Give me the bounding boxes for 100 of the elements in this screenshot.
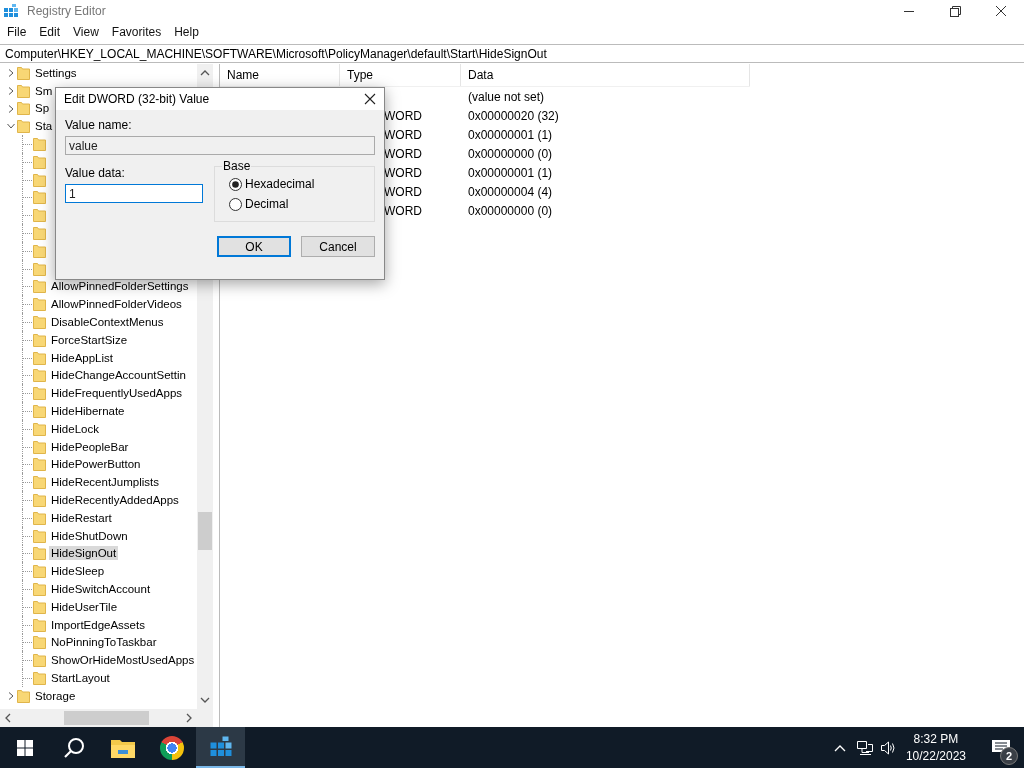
folder-icon (33, 439, 46, 454)
folder-icon (33, 599, 46, 614)
folder-icon (33, 350, 46, 365)
tree-item[interactable]: AllowPinnedFolderVideos (49, 297, 184, 312)
menu-item[interactable]: File (2, 25, 35, 39)
clock-date[interactable]: 10/22/2023 (905, 747, 966, 765)
tree-item[interactable]: ShowOrHideMostUsedApps (49, 653, 197, 668)
table-cell: 0x00000004 (4) (468, 184, 553, 199)
registry-app-icon (3, 3, 19, 19)
tree-item[interactable]: HideRecentJumplists (49, 475, 161, 490)
tree-item[interactable]: HideChangeAccountSettin (49, 368, 188, 383)
column-header[interactable]: Data (461, 64, 750, 86)
chevron-right-icon[interactable] (7, 691, 15, 700)
browser-icon (159, 735, 184, 760)
volume-icon[interactable] (879, 739, 896, 756)
folder-icon (33, 332, 46, 347)
field-label: Value name: (65, 118, 133, 132)
tree-item[interactable]: HideAppList (49, 350, 115, 365)
column-header[interactable]: Type (340, 64, 461, 86)
tree-item[interactable]: AllowPinnedFolderSettings (49, 279, 191, 294)
menu-item[interactable]: Help (169, 25, 207, 39)
folder-icon (33, 617, 46, 632)
chevron-up-icon[interactable] (833, 743, 846, 752)
tree-item[interactable]: HideFrequentlyUsedApps (49, 386, 185, 401)
folder-icon (33, 386, 46, 401)
tree-item[interactable]: ForceStartSize (49, 332, 130, 347)
chevron-right-icon[interactable] (7, 68, 15, 77)
tree-item[interactable]: StartLayout (49, 671, 112, 685)
table-cell: WORD (384, 203, 422, 218)
registry-app-icon (208, 734, 233, 759)
close-icon[interactable] (364, 93, 376, 105)
folder-icon (33, 564, 46, 579)
scrollbar-thumb[interactable] (198, 512, 212, 550)
clock-time[interactable]: 8:32 PM (913, 730, 959, 748)
tree-item[interactable]: HideSwitchAccount (49, 582, 153, 596)
tree-item[interactable]: Sta (33, 119, 55, 134)
notification-count: 2 (1000, 747, 1018, 765)
tree-item[interactable]: Settings (33, 65, 79, 80)
value-data-field[interactable]: 1 (65, 184, 203, 203)
tree-item[interactable]: HideSleep (49, 564, 107, 579)
menu-item[interactable]: View (68, 25, 107, 39)
tree-item[interactable]: HideHibernate (49, 404, 127, 419)
folder-icon (17, 83, 30, 98)
folder-icon (33, 154, 46, 169)
folder-icon (33, 671, 46, 685)
chevron-right-icon[interactable] (7, 86, 15, 95)
folder-icon (33, 190, 46, 205)
network-icon[interactable] (855, 739, 874, 756)
folder-icon (33, 404, 46, 419)
table-cell: 0x00000000 (0) (468, 146, 553, 161)
tree-item[interactable]: Storage (33, 688, 78, 703)
folder-icon (33, 368, 46, 383)
folder-icon (110, 737, 135, 758)
dialog-button[interactable]: OK (217, 236, 291, 257)
folder-icon (33, 546, 46, 561)
value-name-field[interactable]: value (65, 136, 375, 155)
scrollbar-thumb[interactable] (64, 711, 149, 725)
folder-icon (17, 65, 30, 80)
folder-icon (33, 475, 46, 490)
column-header[interactable]: Name (220, 64, 340, 86)
dialog-button[interactable]: Cancel (301, 236, 375, 257)
radio-label[interactable]: Decimal (245, 197, 289, 211)
radio-label[interactable]: Hexadecimal (245, 177, 315, 191)
folder-icon (33, 208, 46, 223)
tree-item[interactable]: NoPinningToTaskbar (49, 635, 159, 650)
menu-item[interactable]: Edit (34, 25, 69, 39)
table-cell: 0x00000020 (32) (468, 108, 559, 123)
folder-icon (33, 261, 46, 276)
table-cell: (value not set) (468, 89, 545, 104)
folder-icon (33, 421, 46, 436)
folder-icon (33, 510, 46, 525)
tree-item[interactable]: DisableContextMenus (49, 315, 166, 330)
tree-item[interactable]: HideShutDown (49, 528, 130, 543)
radio-button[interactable] (229, 197, 242, 211)
tree-item[interactable]: Sm (33, 83, 55, 98)
chevron-right-icon[interactable] (7, 104, 15, 113)
tree-item[interactable]: Sp (33, 101, 52, 116)
table-cell: WORD (384, 146, 422, 161)
tree-item[interactable]: HideSignOut (49, 546, 119, 561)
tree-item[interactable]: HideUserTile (49, 599, 120, 614)
group-label: Base (222, 159, 252, 173)
windows-logo-icon (16, 739, 33, 756)
menu-item[interactable]: Favorites (106, 25, 170, 39)
chevron-down-icon[interactable] (7, 122, 15, 131)
notifications-button[interactable]: 2 (978, 727, 1024, 768)
address-bar[interactable]: Computer\HKEY_LOCAL_MACHINE\SOFTWARE\Microsoft\PolicyManager\default\Start\HideSignOut (0, 44, 1024, 63)
window-title: Registry Editor (27, 4, 106, 18)
radio-button[interactable] (229, 177, 242, 191)
folder-icon (33, 315, 46, 330)
tree-item[interactable]: HideRecentlyAddedApps (49, 493, 181, 507)
tree-item[interactable]: HidePeopleBar (49, 439, 131, 454)
tree-item[interactable]: HideRestart (49, 510, 114, 525)
tree-item[interactable]: HidePowerButton (49, 457, 143, 472)
folder-icon (33, 297, 46, 312)
folder-icon (33, 137, 46, 152)
folder-icon (17, 101, 30, 116)
tree-item[interactable]: HideLock (49, 421, 101, 436)
table-cell: WORD (384, 108, 422, 123)
table-cell: WORD (384, 165, 422, 180)
tree-item[interactable]: ImportEdgeAssets (49, 617, 147, 632)
